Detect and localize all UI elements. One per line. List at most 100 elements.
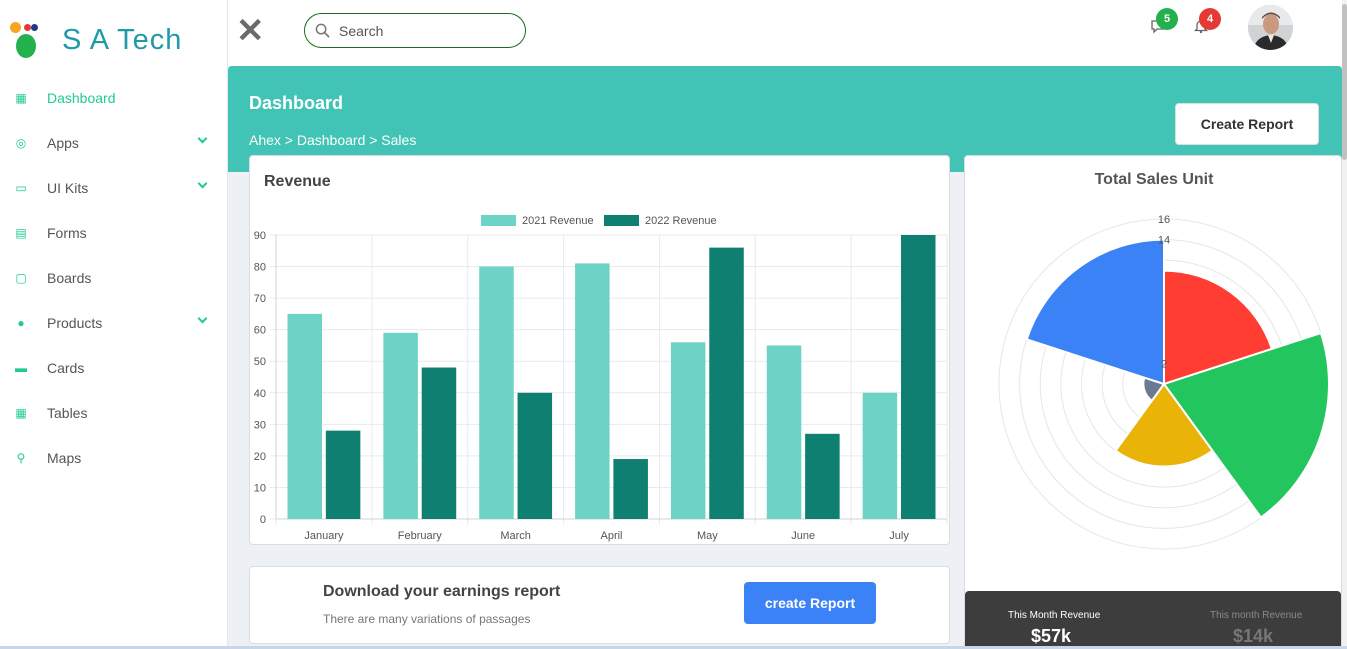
bar-series-1 (862, 392, 898, 519)
stat-label: This Month Revenue (1008, 610, 1101, 621)
brand-name: S A Tech (62, 23, 183, 56)
radial-tick-label: 14 (1158, 235, 1170, 247)
sidebar-item-label: Forms (47, 224, 87, 241)
revenue-title: Revenue (264, 173, 331, 190)
user-avatar[interactable] (1248, 5, 1293, 50)
sidebar-item-label: UI Kits (47, 179, 89, 196)
sales-title: Total Sales Unit (1094, 171, 1214, 188)
bar-series-1 (383, 332, 418, 519)
sidebar-item-label: Apps (47, 134, 79, 151)
y-tick-label: 30 (254, 419, 266, 431)
bar-series-1 (670, 342, 706, 519)
search-icon (315, 23, 330, 38)
maps-icon: ⚲ (16, 450, 26, 465)
tables-icon: ▦ (15, 405, 27, 420)
search-input[interactable] (339, 22, 509, 39)
sales-card: 2 14 16 Total Sales Unit (964, 155, 1342, 649)
close-menu-icon[interactable]: ✕ (236, 14, 265, 48)
sidebar-item-dashboard[interactable]: ▦ Dashboard (0, 75, 228, 120)
logo-icon (10, 20, 42, 60)
messages-button[interactable]: 5 (1150, 8, 1178, 34)
legend-label: 2021 Revenue (522, 215, 594, 227)
bar-series-2 (805, 433, 840, 519)
x-tick-label: July (889, 530, 909, 542)
bar-series-1 (287, 313, 323, 519)
sidebar-item-cards[interactable]: ▬ Cards (0, 345, 228, 390)
sidebar-item-apps[interactable]: ◎ Apps (0, 120, 228, 165)
sidebar-item-boards[interactable]: ▢ Boards (0, 255, 228, 300)
earnings-subtitle: There are many variations of passages (323, 612, 531, 626)
products-icon: ● (17, 315, 25, 330)
page-scrollbar[interactable] (1342, 0, 1347, 649)
create-report-small-button[interactable]: create Report (744, 582, 876, 624)
y-tick-label: 90 (254, 230, 266, 242)
y-tick-label: 50 (254, 356, 266, 368)
y-tick-label: 80 (254, 262, 266, 274)
sidebar-item-label: Cards (47, 359, 85, 376)
sidebar-nav: ▦ Dashboard ◎ Apps ▭ UI Kits ▤ Forms ▢ Boards ● Pro… (0, 75, 228, 480)
sidebar: S A Tech ▦ Dashboard ◎ Apps ▭ UI Kits ▤ Forms ▢ B… (0, 0, 228, 649)
stat-value: $57k (1031, 626, 1072, 646)
sidebar-item-maps[interactable]: ⚲ Maps (0, 435, 228, 480)
x-tick-label: June (791, 530, 815, 542)
y-tick-label: 0 (260, 514, 266, 526)
y-tick-label: 70 (254, 293, 266, 305)
radial-tick-label: 2 (1161, 358, 1167, 370)
legend-swatch (481, 215, 516, 226)
brand-logo[interactable]: S A Tech (10, 20, 182, 60)
bar-series-2 (613, 459, 648, 519)
sales-polar-chart: 2 14 16 (998, 214, 1330, 550)
sidebar-item-label: Maps (47, 449, 82, 466)
legend-label: 2022 Revenue (645, 215, 717, 227)
scrollbar-thumb[interactable] (1342, 4, 1347, 160)
notifications-badge: 4 (1199, 8, 1221, 30)
sidebar-item-tables[interactable]: ▦ Tables (0, 390, 228, 435)
revenue-stats: This Month Revenue $57k This month Reven… (965, 591, 1341, 649)
create-report-button[interactable]: Create Report (1175, 103, 1319, 145)
notifications-button[interactable]: 4 (1193, 8, 1221, 34)
revenue-chart: 0 10 20 30 40 50 60 70 80 90 January February March A… (254, 215, 948, 542)
stat-value: $14k (1233, 626, 1274, 646)
stat-label: This month Revenue (1210, 610, 1303, 621)
ui-kits-icon: ▭ (15, 180, 27, 195)
sidebar-item-label: Boards (47, 269, 92, 286)
chevron-down-icon[interactable] (197, 178, 208, 189)
y-tick-label: 10 (254, 482, 266, 494)
earnings-title: Download your earnings report (323, 583, 561, 600)
y-tick-label: 40 (254, 388, 266, 400)
search-box[interactable] (304, 13, 526, 48)
top-bar: ✕ 5 4 (228, 0, 1347, 66)
x-tick-label: May (697, 530, 718, 542)
sidebar-item-ui-kits[interactable]: ▭ UI Kits (0, 165, 228, 210)
sidebar-item-label: Tables (47, 404, 88, 421)
chevron-down-icon[interactable] (197, 133, 208, 144)
page-title: Dashboard (249, 93, 344, 113)
bar-series-1 (766, 345, 802, 519)
forms-icon: ▤ (15, 225, 27, 240)
x-tick-label: March (500, 530, 531, 542)
boards-icon: ▢ (15, 270, 27, 285)
bar-series-1 (575, 263, 610, 519)
x-tick-label: January (304, 530, 344, 542)
sidebar-item-label: Products (47, 314, 103, 331)
bar-series-2 (709, 247, 744, 519)
bar-series-1 (479, 266, 514, 519)
x-tick-label: February (398, 530, 443, 542)
cards-icon: ▬ (15, 360, 27, 375)
y-tick-label: 60 (254, 325, 266, 337)
avatar-image (1248, 5, 1293, 50)
bar-series-2 (325, 430, 361, 519)
legend-swatch (604, 215, 639, 226)
polar-segment (1025, 238, 1165, 386)
y-tick-label: 20 (254, 451, 266, 463)
messages-badge: 5 (1156, 8, 1178, 30)
revenue-card: 0 10 20 30 40 50 60 70 80 90 January February March A… (249, 155, 950, 545)
breadcrumb[interactable]: Ahex > Dashboard > Sales (249, 132, 416, 148)
x-tick-label: April (600, 530, 622, 542)
chevron-down-icon[interactable] (197, 313, 208, 324)
sidebar-item-products[interactable]: ● Products (0, 300, 228, 345)
bar-series-2 (421, 367, 457, 519)
earnings-card: Download your earnings report There are … (249, 566, 950, 644)
sidebar-item-forms[interactable]: ▤ Forms (0, 210, 228, 255)
sidebar-item-label: Dashboard (47, 89, 116, 106)
